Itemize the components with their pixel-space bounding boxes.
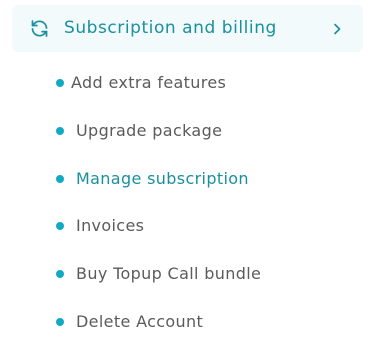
bullet-dot <box>56 222 64 230</box>
chevron-right-icon <box>330 21 344 35</box>
bullet-dot <box>56 270 64 278</box>
bullet-dot <box>56 175 64 183</box>
menu-item-label: Upgrade package <box>76 121 223 140</box>
section-title: Subscription and billing <box>64 18 277 38</box>
menu-item-label: Add extra features <box>71 73 227 92</box>
menu-item-label: Manage subscription <box>76 169 249 188</box>
bullet-dot <box>56 79 64 87</box>
menu-item-label: Delete Account <box>76 312 204 331</box>
subscription-billing-section-header[interactable]: Subscription and billing <box>12 5 363 52</box>
menu-item-label: Invoices <box>76 216 145 235</box>
bullet-dot <box>56 127 64 135</box>
menu-item-label: Buy Topup Call bundle <box>76 264 262 283</box>
sync-icon <box>29 18 50 39</box>
bullet-dot <box>56 318 64 326</box>
